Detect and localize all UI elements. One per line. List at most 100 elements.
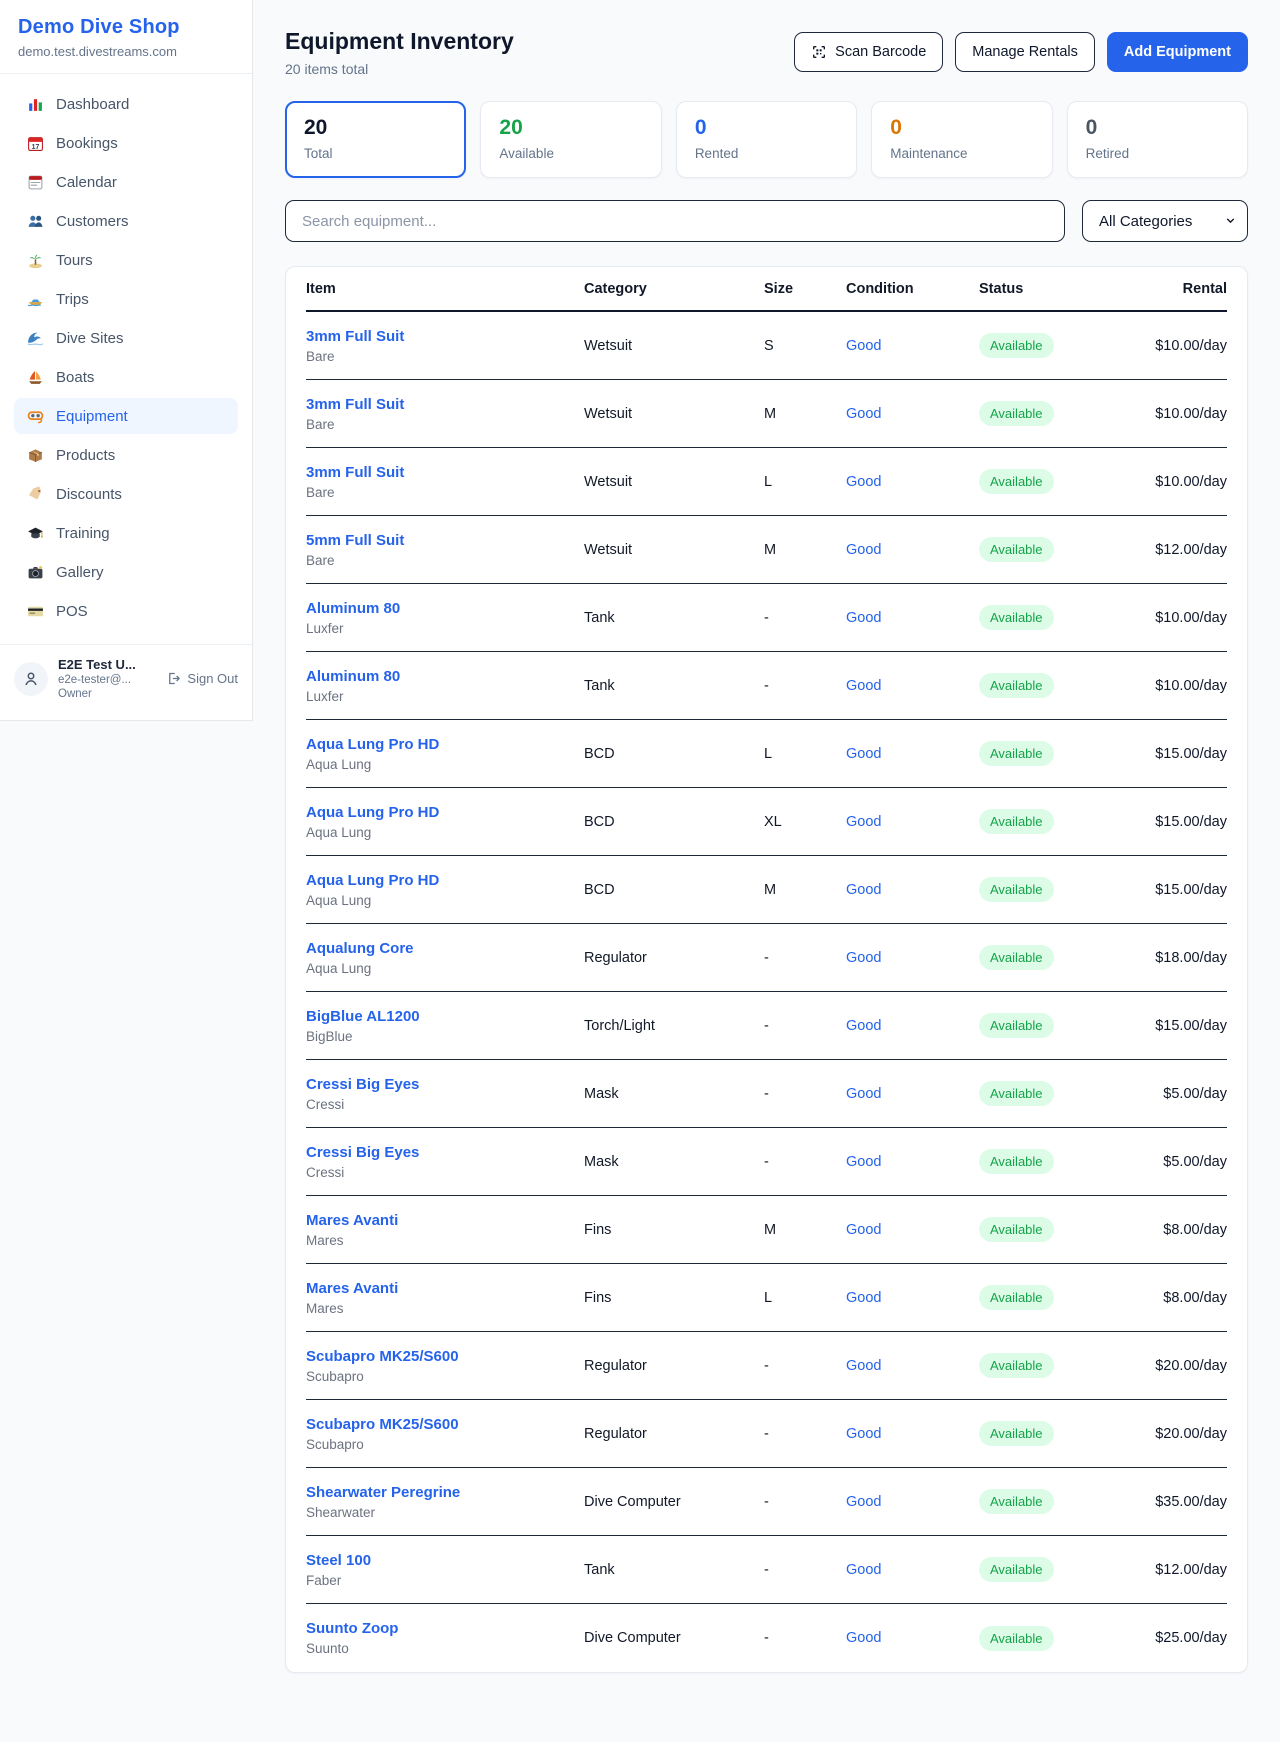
- item-name-link[interactable]: Aqualung Core: [306, 940, 584, 957]
- item-size: S: [764, 338, 846, 354]
- item-name-link[interactable]: BigBlue AL1200: [306, 1008, 584, 1025]
- item-name-link[interactable]: Scubapro MK25/S600: [306, 1348, 584, 1365]
- item-condition-link[interactable]: Good: [846, 1290, 979, 1306]
- item-status-cell: Available: [979, 1013, 1111, 1038]
- table-row: 5mm Full Suit Bare Wetsuit M Good Availa…: [306, 516, 1227, 584]
- sidebar-item-label: Dive Sites: [56, 330, 124, 347]
- stat-card-available[interactable]: 20Available: [480, 101, 661, 178]
- item-condition-link[interactable]: Good: [846, 882, 979, 898]
- sidebar-item-bookings[interactable]: 17Bookings: [14, 125, 238, 161]
- status-badge: Available: [979, 1626, 1054, 1651]
- sidebar-item-calendar[interactable]: Calendar: [14, 164, 238, 200]
- item-condition-link[interactable]: Good: [846, 542, 979, 558]
- stat-card-maintenance[interactable]: 0Maintenance: [871, 101, 1052, 178]
- sidebar-item-gallery[interactable]: Gallery: [14, 554, 238, 590]
- stat-card-total[interactable]: 20Total: [285, 101, 466, 178]
- item-condition-link[interactable]: Good: [846, 406, 979, 422]
- sidebar-item-customers[interactable]: Customers: [14, 203, 238, 239]
- item-condition-link[interactable]: Good: [846, 1426, 979, 1442]
- item-condition-link[interactable]: Good: [846, 1562, 979, 1578]
- item-condition-link[interactable]: Good: [846, 950, 979, 966]
- sidebar-item-boats[interactable]: Boats: [14, 359, 238, 395]
- item-name-link[interactable]: Cressi Big Eyes: [306, 1144, 584, 1161]
- item-condition-link[interactable]: Good: [846, 1630, 979, 1646]
- item-status-cell: Available: [979, 1626, 1111, 1651]
- item-rental-price: $12.00/day: [1111, 542, 1227, 558]
- item-name-link[interactable]: 3mm Full Suit: [306, 464, 584, 481]
- sidebar-item-equipment[interactable]: Equipment: [14, 398, 238, 434]
- item-condition-link[interactable]: Good: [846, 814, 979, 830]
- scan-barcode-button[interactable]: Scan Barcode: [794, 32, 943, 72]
- stat-label: Maintenance: [890, 146, 1033, 161]
- item-name-link[interactable]: Cressi Big Eyes: [306, 1076, 584, 1093]
- table-row: Scubapro MK25/S600 Scubapro Regulator - …: [306, 1332, 1227, 1400]
- main-content: Equipment Inventory 20 items total Scan …: [253, 0, 1280, 1673]
- item-size: M: [764, 1222, 846, 1238]
- sidebar-item-label: Tours: [56, 252, 93, 269]
- item-brand: Cressi: [306, 1097, 584, 1112]
- stat-card-retired[interactable]: 0Retired: [1067, 101, 1248, 178]
- status-badge: Available: [979, 469, 1054, 494]
- search-input[interactable]: [285, 200, 1065, 242]
- stat-card-rented[interactable]: 0Rented: [676, 101, 857, 178]
- manage-rentals-button[interactable]: Manage Rentals: [955, 32, 1095, 72]
- item-status-cell: Available: [979, 537, 1111, 562]
- table-row: 3mm Full Suit Bare Wetsuit S Good Availa…: [306, 312, 1227, 380]
- item-condition-link[interactable]: Good: [846, 1018, 979, 1034]
- item-name-link[interactable]: Mares Avanti: [306, 1280, 584, 1297]
- sidebar-item-label: Customers: [56, 213, 129, 230]
- item-brand: Cressi: [306, 1165, 584, 1180]
- stats-row: 20Total20Available0Rented0Maintenance0Re…: [285, 101, 1248, 178]
- item-name-link[interactable]: 5mm Full Suit: [306, 532, 584, 549]
- item-name-link[interactable]: Aluminum 80: [306, 668, 584, 685]
- item-name-link[interactable]: Aluminum 80: [306, 600, 584, 617]
- item-name-link[interactable]: Aqua Lung Pro HD: [306, 872, 584, 889]
- item-condition-link[interactable]: Good: [846, 1494, 979, 1510]
- sidebar-item-pos[interactable]: POS: [14, 593, 238, 629]
- item-name-link[interactable]: Mares Avanti: [306, 1212, 584, 1229]
- sidebar-item-discounts[interactable]: Discounts: [14, 476, 238, 512]
- item-rental-price: $10.00/day: [1111, 406, 1227, 422]
- sidebar-item-training[interactable]: Training: [14, 515, 238, 551]
- sidebar-item-tours[interactable]: Tours: [14, 242, 238, 278]
- item-name-link[interactable]: Scubapro MK25/S600: [306, 1416, 584, 1433]
- item-name-link[interactable]: 3mm Full Suit: [306, 328, 584, 345]
- item-rental-price: $15.00/day: [1111, 746, 1227, 762]
- sidebar-item-trips[interactable]: Trips: [14, 281, 238, 317]
- item-condition-link[interactable]: Good: [846, 746, 979, 762]
- sidebar-item-dive-sites[interactable]: Dive Sites: [14, 320, 238, 356]
- item-condition-link[interactable]: Good: [846, 1154, 979, 1170]
- table-row: 3mm Full Suit Bare Wetsuit L Good Availa…: [306, 448, 1227, 516]
- item-condition-link[interactable]: Good: [846, 610, 979, 626]
- item-cell: Scubapro MK25/S600 Scubapro: [306, 1416, 584, 1452]
- item-brand: Faber: [306, 1573, 584, 1588]
- item-category: Mask: [584, 1154, 764, 1170]
- sidebar-item-products[interactable]: Products: [14, 437, 238, 473]
- sidebar-item-dashboard[interactable]: Dashboard: [14, 86, 238, 122]
- item-condition-link[interactable]: Good: [846, 1086, 979, 1102]
- item-name-link[interactable]: Shearwater Peregrine: [306, 1484, 584, 1501]
- item-rental-price: $35.00/day: [1111, 1494, 1227, 1510]
- item-name-link[interactable]: Steel 100: [306, 1552, 584, 1569]
- add-equipment-button[interactable]: Add Equipment: [1107, 32, 1248, 72]
- table-body: 3mm Full Suit Bare Wetsuit S Good Availa…: [306, 312, 1227, 1672]
- camera-icon: [26, 563, 44, 581]
- item-rental-price: $15.00/day: [1111, 882, 1227, 898]
- item-condition-link[interactable]: Good: [846, 1358, 979, 1374]
- item-condition-link[interactable]: Good: [846, 678, 979, 694]
- item-condition-link[interactable]: Good: [846, 1222, 979, 1238]
- item-name-link[interactable]: Aqua Lung Pro HD: [306, 736, 584, 753]
- item-brand: Scubapro: [306, 1369, 584, 1384]
- sign-out-button[interactable]: Sign Out: [166, 671, 238, 686]
- item-condition-link[interactable]: Good: [846, 338, 979, 354]
- item-name-link[interactable]: 3mm Full Suit: [306, 396, 584, 413]
- item-condition-link[interactable]: Good: [846, 474, 979, 490]
- item-name-link[interactable]: Suunto Zoop: [306, 1620, 584, 1637]
- item-cell: Aqua Lung Pro HD Aqua Lung: [306, 804, 584, 840]
- svg-text:17: 17: [31, 143, 39, 150]
- item-name-link[interactable]: Aqua Lung Pro HD: [306, 804, 584, 821]
- item-size: L: [764, 474, 846, 490]
- column-header-condition: Condition: [846, 267, 979, 310]
- category-select[interactable]: All Categories: [1082, 200, 1248, 242]
- item-size: -: [764, 950, 846, 966]
